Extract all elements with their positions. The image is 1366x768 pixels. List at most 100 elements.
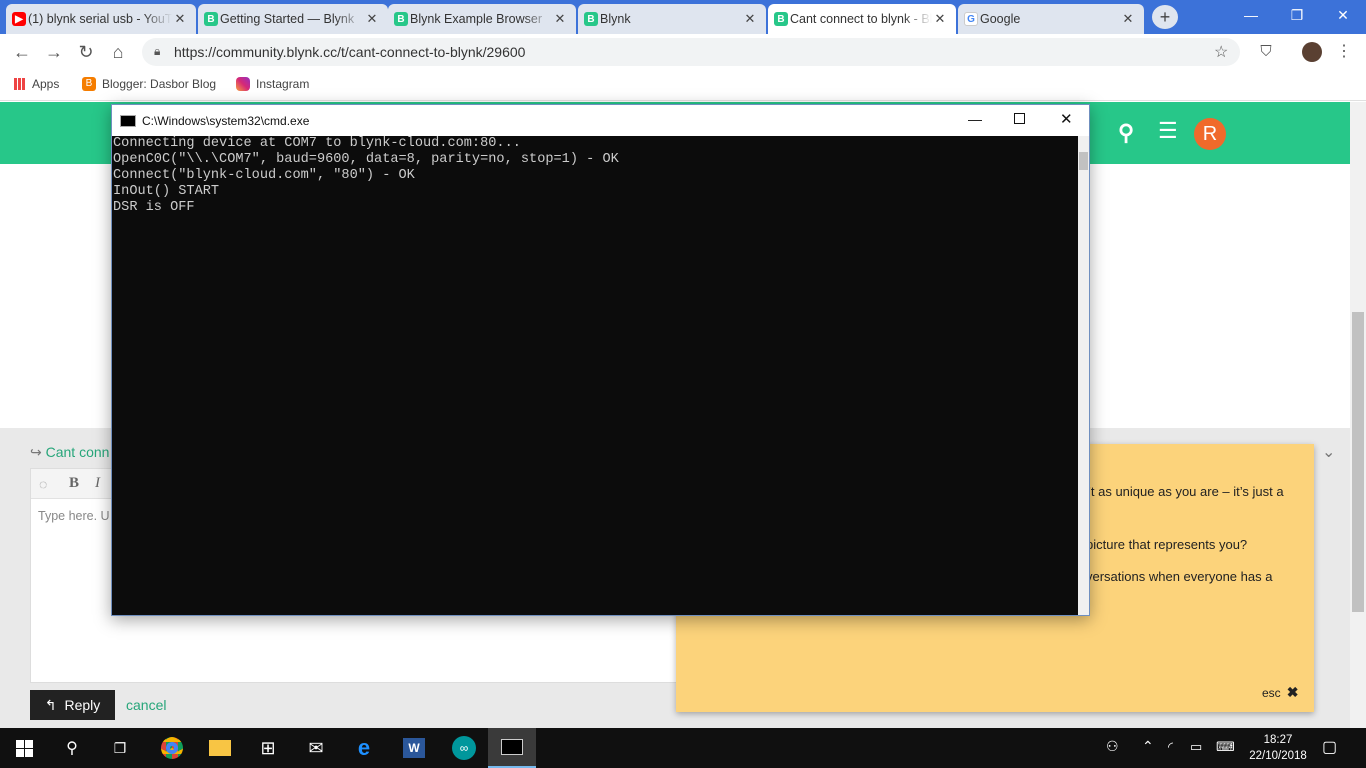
- console-line: Connecting device at COM7 to blynk-cloud…: [113, 136, 521, 151]
- home-icon[interactable]: ⌂: [106, 40, 130, 64]
- bookmark-instagram[interactable]: Instagram: [236, 77, 309, 91]
- menu-dots-icon[interactable]: ⋮: [1332, 40, 1356, 64]
- search-icon[interactable]: ⚲: [48, 728, 96, 768]
- bookmark-blogger[interactable]: B Blogger: Dasbor Blog: [82, 77, 216, 91]
- clock-date: 22/10/2018: [1249, 750, 1307, 762]
- maximize-icon[interactable]: [1014, 113, 1025, 124]
- bookmark-label: Apps: [32, 77, 60, 91]
- search-icon[interactable]: ⚲: [1118, 120, 1134, 146]
- reload-icon[interactable]: ↻: [74, 40, 98, 64]
- keyboard-icon[interactable]: ⌨: [1216, 739, 1235, 755]
- new-tab-button[interactable]: +: [1152, 5, 1178, 29]
- tab-title: Cant connect to blynk - Blynk: [790, 12, 932, 26]
- chevron-up-icon[interactable]: ⌃: [1142, 738, 1154, 755]
- bookmarks-bar: Apps B Blogger: Dasbor Blog Instagram: [0, 70, 1366, 101]
- page-scrollbar[interactable]: [1350, 102, 1366, 728]
- windows-taskbar: ⚲ ❐ ⊞ ✉ e W ∞ ⚇ ⌃ ◜ ▭ ⌨ 18:27 22/10/2018…: [0, 728, 1366, 768]
- cmd-title-text: C:\Windows\system32\cmd.exe: [142, 113, 310, 128]
- console-scrollbar[interactable]: [1078, 136, 1089, 615]
- address-text: https://community.blynk.cc/t/cant-connec…: [174, 44, 526, 60]
- google-icon: G: [964, 12, 978, 26]
- profile-avatar[interactable]: [1302, 42, 1322, 62]
- star-icon[interactable]: ☆: [1214, 42, 1228, 62]
- tip-line: versations when everyone has a: [1086, 569, 1273, 584]
- notifications-icon[interactable]: ▢: [1322, 737, 1337, 757]
- shield-icon[interactable]: ⛉: [1254, 40, 1278, 64]
- chrome-icon[interactable]: [148, 728, 196, 768]
- user-avatar[interactable]: R: [1194, 118, 1226, 150]
- wifi-icon[interactable]: ◜: [1168, 739, 1173, 755]
- italic-button[interactable]: I: [95, 475, 100, 492]
- scrollbar-thumb[interactable]: [1079, 152, 1088, 170]
- start-button[interactable]: [0, 728, 48, 768]
- cmd-titlebar[interactable]: C:\Windows\system32\cmd.exe — ✕: [112, 105, 1089, 136]
- tip-line: ’t as unique as you are – it’s just a: [1088, 484, 1284, 499]
- browser-toolbar: ← → ↻ ⌂ 🔒︎ https://community.blynk.cc/t/…: [0, 34, 1366, 70]
- windows-logo-icon: [15, 739, 33, 757]
- tab-google[interactable]: G Google ✕: [958, 4, 1144, 34]
- reply-icon: ↰: [44, 696, 57, 713]
- address-bar[interactable]: 🔒︎ https://community.blynk.cc/t/cant-con…: [142, 38, 1240, 66]
- esc-close-button[interactable]: esc ✖: [1262, 684, 1298, 701]
- arduino-icon[interactable]: ∞: [440, 728, 488, 768]
- bookmark-label: Blogger: Dasbor Blog: [102, 77, 217, 91]
- console-output[interactable]: Connecting device at COM7 to blynk-cloud…: [112, 136, 1078, 615]
- mail-icon[interactable]: ✉: [292, 728, 340, 768]
- scrollbar-thumb[interactable]: [1352, 312, 1364, 612]
- hamburger-icon[interactable]: ☰: [1158, 118, 1178, 144]
- youtube-icon: ▶: [12, 12, 26, 26]
- clock[interactable]: 18:27 22/10/2018: [1246, 732, 1310, 764]
- chevron-down-icon[interactable]: ⌄: [1322, 442, 1335, 462]
- tip-line: picture that represents you?: [1086, 537, 1248, 552]
- tab-title: (1) blynk serial usb - YouTube: [28, 12, 172, 26]
- tab-getting-started[interactable]: B Getting Started — Blynk ✕: [198, 4, 388, 34]
- tab-title: Getting Started — Blynk: [220, 12, 355, 26]
- tab-example-browser[interactable]: B Blynk Example Browser ✕: [388, 4, 576, 34]
- console-line: InOut() START: [113, 184, 220, 199]
- console-line: DSR is OFF: [113, 200, 195, 215]
- minimize-icon[interactable]: —: [968, 111, 982, 127]
- people-icon[interactable]: ⚇: [1106, 738, 1119, 755]
- file-explorer-icon[interactable]: [196, 728, 244, 768]
- tab-title: Blynk Example Browser: [410, 12, 542, 26]
- reply-button[interactable]: ↰ Reply: [30, 690, 115, 720]
- battery-icon[interactable]: ▭: [1190, 739, 1202, 755]
- word-icon[interactable]: W: [390, 728, 438, 768]
- cancel-link[interactable]: cancel: [126, 697, 166, 713]
- restore-icon[interactable]: ❐: [1274, 0, 1320, 30]
- cmd-taskbar-icon[interactable]: [488, 728, 536, 768]
- clock-time: 18:27: [1263, 734, 1293, 746]
- close-icon[interactable]: ✕: [932, 11, 948, 27]
- tab-blynk[interactable]: B Blynk ✕: [578, 4, 766, 34]
- close-icon[interactable]: ✕: [742, 11, 758, 27]
- instagram-icon: [236, 77, 250, 91]
- close-icon[interactable]: ✕: [552, 11, 568, 27]
- blynk-icon: B: [394, 12, 408, 26]
- cmd-window: C:\Windows\system32\cmd.exe — ✕ Connecti…: [111, 104, 1090, 616]
- lock-icon: 🔒︎: [154, 44, 161, 58]
- close-icon[interactable]: ✕: [172, 11, 188, 27]
- back-icon[interactable]: ←: [10, 40, 34, 64]
- bold-button[interactable]: B: [69, 475, 79, 492]
- close-icon[interactable]: ✕: [364, 11, 380, 27]
- quote-icon[interactable]: ◌: [39, 476, 47, 492]
- tab-title: Google: [980, 12, 1021, 26]
- task-view-icon[interactable]: ❐: [96, 728, 144, 768]
- esc-label: esc: [1262, 685, 1281, 700]
- tab-cant-connect[interactable]: B Cant connect to blynk - Blynk ✕: [768, 4, 956, 34]
- tab-youtube[interactable]: ▶ (1) blynk serial usb - YouTube ✕: [6, 4, 196, 34]
- minimize-icon[interactable]: —: [1228, 0, 1274, 30]
- console-line: OpenC0C("\\.\COM7", baud=9600, data=8, p…: [113, 152, 619, 167]
- editor-placeholder[interactable]: Type here. U: [38, 509, 110, 523]
- close-icon[interactable]: ✕: [1120, 11, 1136, 27]
- blynk-icon: B: [774, 12, 788, 26]
- close-window-icon[interactable]: ✕: [1320, 0, 1366, 30]
- store-icon[interactable]: ⊞: [244, 728, 292, 768]
- bookmark-apps[interactable]: Apps: [14, 77, 59, 91]
- reply-topic-link[interactable]: ↪ Cant conn: [30, 444, 109, 461]
- close-icon[interactable]: ✕: [1060, 110, 1073, 128]
- share-icon: ↪: [30, 444, 42, 460]
- bookmark-label: Instagram: [256, 77, 310, 91]
- edge-icon[interactable]: e: [340, 728, 388, 768]
- forward-icon[interactable]: →: [42, 40, 66, 64]
